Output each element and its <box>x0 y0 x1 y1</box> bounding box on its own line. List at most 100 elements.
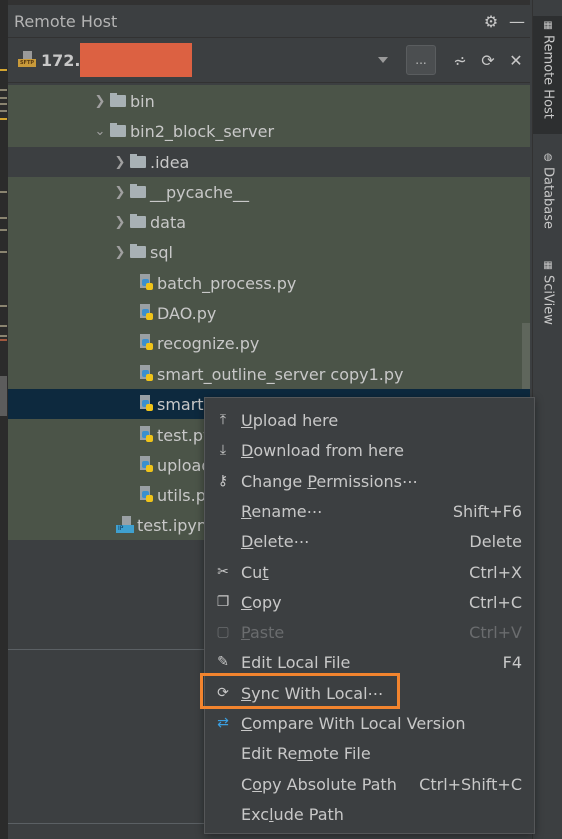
shortcut-label: Ctrl+C <box>468 592 522 612</box>
folder-icon <box>130 154 146 168</box>
tree-scrollbar[interactable] <box>522 323 530 389</box>
notebook-file-icon: IP <box>116 516 135 534</box>
python-file-icon <box>138 274 155 292</box>
gutter-mark <box>0 69 7 71</box>
tree-row-file[interactable]: recognize.py <box>8 328 530 358</box>
database-icon: ◍ <box>543 152 553 163</box>
collapse-icon[interactable]: ⩫ <box>446 51 474 70</box>
tree-row-file[interactable]: DAO.py <box>8 298 530 328</box>
python-file-icon <box>138 456 155 474</box>
more-button[interactable]: ... <box>406 45 436 75</box>
menu-item-copy[interactable]: ❐ Copy Ctrl+C <box>205 587 534 617</box>
shortcut-label: Delete <box>469 531 522 551</box>
shortcut-label: Shift+F6 <box>452 501 522 521</box>
shortcut-label: F4 <box>502 652 522 672</box>
sftp-icon: SFTP <box>18 51 38 69</box>
menu-item-compare-with-local-version[interactable]: ⇄ Compare With Local Version <box>205 708 534 738</box>
gutter-mark <box>0 191 7 193</box>
folder-icon <box>110 123 126 137</box>
edit-icon: ✎ <box>217 654 229 670</box>
tree-label: bin2_block_server <box>130 121 275 141</box>
chevron-right-icon[interactable]: ❯ <box>110 155 130 170</box>
gear-icon[interactable]: ⚙ <box>478 12 504 31</box>
chevron-down-icon[interactable]: ⌄ <box>90 124 110 139</box>
shortcut-label: Ctrl+V <box>469 622 522 642</box>
menu-item-edit-local-file[interactable]: ✎ Edit Local File F4 <box>205 647 534 677</box>
upload-icon: ⤒ <box>219 412 227 428</box>
tree-row-bin2-block-server[interactable]: ⌄ bin2_block_server <box>8 116 530 146</box>
tree-row-file[interactable]: smart_outline_server copy1.py <box>8 359 530 389</box>
compare-icon: ⇄ <box>217 715 229 731</box>
menu-item-copy-absolute-path[interactable]: Copy Absolute Path Ctrl+Shift+C <box>205 769 534 799</box>
tree-label: batch_process.py <box>157 273 297 293</box>
gutter-mark <box>0 229 7 231</box>
chevron-right-icon[interactable]: ❯ <box>110 215 130 230</box>
tree-label: smart_outline_server copy1.py <box>157 364 404 384</box>
python-file-icon <box>138 426 155 444</box>
python-file-icon <box>138 365 155 383</box>
folder-icon <box>130 244 146 258</box>
download-icon: ⤓ <box>219 442 227 458</box>
paste-icon: ▢ <box>216 624 230 640</box>
tree-row-idea[interactable]: ❯ .idea <box>8 147 530 177</box>
close-icon[interactable]: ✕ <box>502 51 530 70</box>
gutter-mark <box>0 97 7 99</box>
menu-item-sync-with-local[interactable]: ⟳ Sync With Local⋯ <box>205 678 534 708</box>
refresh-icon[interactable]: ⟳ <box>474 51 502 70</box>
gutter-mark <box>0 335 7 337</box>
tree-row-file[interactable]: batch_process.py <box>8 268 530 298</box>
python-file-icon <box>138 395 155 413</box>
gutter-scroll-thumb[interactable] <box>0 376 7 416</box>
gutter-mark <box>0 89 7 91</box>
chevron-right-icon[interactable]: ❯ <box>110 245 130 260</box>
tree-label: bin <box>130 91 155 111</box>
menu-item-exclude-path[interactable]: Exclude Path <box>205 799 534 829</box>
tab-sciview[interactable]: ▦ SciView <box>533 256 562 336</box>
sciview-icon: ▦ <box>543 260 553 271</box>
tree-label: recognize.py <box>157 333 260 353</box>
folder-icon <box>130 214 146 228</box>
menu-item-edit-remote-file[interactable]: Edit Remote File <box>205 738 534 768</box>
python-file-icon <box>138 486 155 504</box>
python-file-icon <box>138 334 155 352</box>
menu-item-upload-here[interactable]: ⤒ Upload here <box>205 405 534 435</box>
minimize-icon[interactable]: — <box>504 12 530 31</box>
tree-row-bin[interactable]: ❯ bin <box>8 86 530 116</box>
menu-item-change-permissions[interactable]: ⚷ Change Permissions⋯ <box>205 466 534 496</box>
menu-item-rename[interactable]: Rename⋯ Shift+F6 <box>205 496 534 526</box>
chevron-right-icon[interactable]: ❯ <box>90 94 110 109</box>
redacted-host <box>80 43 193 77</box>
host-dropdown-icon[interactable] <box>378 57 388 63</box>
gutter-mark <box>0 325 7 327</box>
scissors-icon: ✂ <box>217 564 229 580</box>
gutter-mark <box>0 118 7 120</box>
copy-icon: ❐ <box>216 594 230 610</box>
gutter-mark <box>0 251 7 253</box>
tree-row-data[interactable]: ❯ data <box>8 207 530 237</box>
tree-row-sql[interactable]: ❯ sql <box>8 237 530 267</box>
menu-item-delete[interactable]: Delete⋯ Delete <box>205 526 534 556</box>
folder-icon <box>110 93 126 107</box>
gutter-mark <box>0 103 7 105</box>
right-tool-window-bar: ▦ Remote Host ◍ Database ▦ SciView <box>532 0 562 839</box>
gutter-mark <box>0 217 7 219</box>
tab-database[interactable]: ◍ Database <box>533 148 562 248</box>
menu-item-download-from-here[interactable]: ⤓ Download from here <box>205 435 534 465</box>
tree-label: smart <box>157 394 204 414</box>
shortcut-label: Ctrl+Shift+C <box>419 774 522 794</box>
editor-gutter-strip <box>0 0 8 839</box>
tree-label: sql <box>150 242 173 262</box>
context-menu: ⤒ Upload here ⤓ Download from here ⚷ Cha… <box>204 397 535 834</box>
python-file-icon <box>138 304 155 322</box>
gutter-mark <box>0 110 7 112</box>
tree-row-pycache[interactable]: ❯ __pycache__ <box>8 177 530 207</box>
gutter-mark <box>0 339 7 341</box>
menu-item-cut[interactable]: ✂ Cut Ctrl+X <box>205 557 534 587</box>
tab-remote-host[interactable]: ▦ Remote Host <box>533 16 562 134</box>
menu-item-paste: ▢ Paste Ctrl+V <box>205 617 534 647</box>
shortcut-label: Ctrl+X <box>469 562 522 582</box>
remote-host-icon: ▦ <box>543 20 553 31</box>
chevron-right-icon[interactable]: ❯ <box>110 185 130 200</box>
key-icon: ⚷ <box>217 473 229 489</box>
connection-bar: SFTP 172. ... ⩫ ⟳ ✕ <box>8 38 530 83</box>
